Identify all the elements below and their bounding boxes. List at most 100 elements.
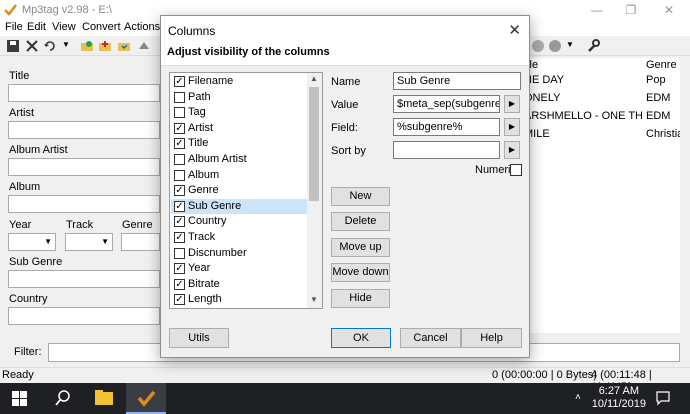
column-item[interactable]: Discnumber	[171, 246, 307, 262]
remove-tag-icon[interactable]	[25, 39, 39, 53]
dialog-header: Adjust visibility of the columns	[161, 44, 529, 66]
playlist-icon[interactable]	[548, 39, 562, 53]
column-checkbox[interactable]: ✓	[174, 200, 185, 212]
undo-icon[interactable]	[43, 39, 57, 53]
show-hidden-icons-icon[interactable]: ˄	[575, 392, 581, 403]
playlist-dropdown-icon[interactable]: ▼	[566, 40, 574, 49]
sub-genre-field[interactable]	[8, 270, 160, 288]
maximize-button[interactable]: ❐	[614, 0, 648, 20]
hide-button[interactable]: Hide	[331, 289, 390, 308]
tag-sources-icon[interactable]	[137, 39, 151, 53]
save-icon[interactable]	[6, 39, 20, 53]
value-input[interactable]: $meta_sep(subgenre,\\)	[393, 95, 500, 113]
column-checkbox[interactable]	[174, 247, 185, 259]
column-checkbox[interactable]: ✓	[174, 76, 185, 87]
column-item[interactable]: ✓ Length	[171, 292, 307, 308]
move-down-button[interactable]: Move down	[331, 263, 390, 282]
column-checkbox[interactable]: ✓	[174, 122, 185, 134]
column-item[interactable]: ✓ Genre	[171, 183, 307, 199]
column-checkbox[interactable]: ✓	[174, 263, 185, 275]
column-item[interactable]: ✓ Filename	[171, 74, 307, 90]
windows-start-icon[interactable]	[0, 383, 40, 414]
cancel-button[interactable]: Cancel	[400, 328, 461, 348]
add-directory-icon[interactable]	[98, 39, 112, 53]
column-item[interactable]: Tag	[171, 105, 307, 121]
menu-edit[interactable]: Edit	[27, 21, 46, 33]
column-checkbox[interactable]: ✓	[174, 138, 185, 150]
menu-actions[interactable]: Actions	[124, 21, 160, 33]
delete-button[interactable]: Delete	[331, 212, 390, 231]
help-button[interactable]: Help	[461, 328, 522, 348]
column-checkbox[interactable]: ✓	[174, 278, 185, 290]
column-checkbox[interactable]: ✓	[174, 216, 185, 228]
column-item[interactable]: ✓ Country	[171, 214, 307, 230]
column-checkbox[interactable]	[174, 107, 185, 119]
column-header-genre[interactable]: Genre	[646, 59, 677, 75]
undo-dropdown-icon[interactable]: ▼	[62, 40, 70, 49]
column-item[interactable]: ✓ Sub Genre	[171, 198, 307, 215]
column-checkbox[interactable]: ✓	[174, 294, 185, 306]
file-cell-title[interactable]: NE DAY	[524, 74, 642, 86]
refresh-folder-icon[interactable]	[117, 39, 131, 53]
album-field[interactable]	[8, 195, 160, 213]
column-checkbox[interactable]	[174, 154, 185, 165]
field-insert-button[interactable]: ▶	[504, 118, 520, 136]
scroll-thumb[interactable]	[309, 87, 319, 201]
file-explorer-icon[interactable]	[84, 383, 124, 414]
scroll-down-icon[interactable]: ▼	[310, 295, 318, 304]
column-item[interactable]: ✓ Bitrate	[171, 277, 307, 293]
export-icon[interactable]	[531, 39, 545, 53]
taskbar-clock[interactable]: 6:27 AM 10/11/2019	[592, 385, 646, 411]
change-directory-icon[interactable]	[80, 39, 94, 53]
column-checkbox[interactable]	[174, 91, 185, 103]
column-item[interactable]: ✓ Track	[171, 230, 307, 246]
file-cell-title[interactable]: ONELY	[524, 92, 642, 104]
numeric-checkbox[interactable]	[510, 164, 522, 176]
name-input[interactable]: Sub Genre	[393, 72, 521, 90]
column-item-label: Year	[188, 262, 211, 275]
menu-view[interactable]: View	[52, 21, 76, 33]
title-field[interactable]	[8, 84, 160, 102]
file-list-scrollbar[interactable]	[680, 58, 690, 333]
menu-convert[interactable]: Convert	[82, 21, 121, 33]
value-insert-button[interactable]: ▶	[504, 95, 520, 113]
ok-button[interactable]: OK	[331, 328, 391, 348]
mp3tag-taskbar-button[interactable]	[126, 383, 166, 414]
utils-button[interactable]: Utils	[169, 328, 229, 348]
field-input[interactable]: %subgenre%	[393, 118, 500, 136]
column-checkbox[interactable]: ✓	[174, 232, 185, 243]
column-item[interactable]: ✓ Year	[171, 261, 307, 277]
new-button[interactable]: New	[331, 187, 390, 206]
column-item[interactable]: Album Artist	[171, 152, 307, 168]
column-checkbox[interactable]: ✓	[174, 185, 185, 197]
album-artist-label: Album Artist	[9, 144, 68, 156]
close-button[interactable]: ✕	[652, 0, 686, 20]
name-label: Name	[331, 76, 361, 88]
column-item[interactable]: ✓ Artist	[171, 121, 307, 137]
artist-field[interactable]	[8, 121, 160, 139]
album-artist-field[interactable]	[8, 158, 160, 176]
file-cell-title[interactable]: MILE	[524, 128, 642, 140]
column-item[interactable]: Path	[171, 90, 307, 106]
move-up-button[interactable]: Move up	[331, 238, 390, 257]
column-checkbox[interactable]	[174, 169, 185, 181]
wrench-icon[interactable]	[586, 39, 600, 53]
dialog-title: Columns	[168, 24, 216, 38]
column-item[interactable]: ✓ Title	[171, 136, 307, 152]
file-cell-title[interactable]: ARSHMELLO - ONE TH...	[524, 110, 642, 122]
column-item-label: Artist	[188, 121, 214, 134]
genre-dropdown[interactable]	[121, 233, 160, 251]
dialog-close-icon[interactable]: ✕	[508, 21, 521, 39]
sort-by-insert-button[interactable]: ▶	[504, 141, 520, 159]
minimize-button[interactable]: —	[580, 0, 614, 20]
menu-file[interactable]: File	[5, 21, 23, 33]
columns-list-scrollbar[interactable]: ▲ ▼	[307, 73, 322, 308]
search-icon[interactable]	[42, 383, 82, 414]
scroll-up-icon[interactable]: ▲	[310, 74, 318, 83]
track-dropdown[interactable]: ▼	[65, 233, 113, 251]
country-field[interactable]	[8, 307, 160, 325]
sort-by-input[interactable]	[393, 141, 500, 159]
year-dropdown[interactable]: ▼	[8, 233, 56, 251]
notification-icon[interactable]	[655, 390, 671, 406]
column-item[interactable]: Album	[171, 168, 307, 184]
